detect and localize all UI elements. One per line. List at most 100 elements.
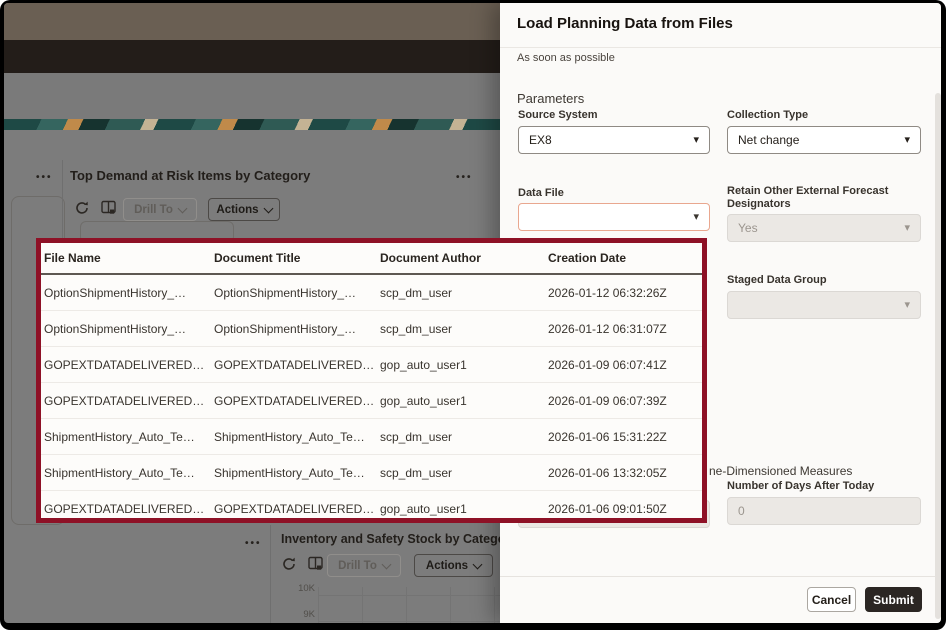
data-file-select[interactable] xyxy=(518,203,710,231)
dropdown-caret-icon xyxy=(904,223,910,234)
screenshot-frame: ••• Top Demand at Risk Items by Category… xyxy=(0,0,946,630)
table-cell: ShipmentHistory_Auto_Te… xyxy=(41,430,211,444)
book-icon[interactable] xyxy=(307,555,324,577)
schedule-text: As soon as possible xyxy=(517,52,615,64)
actions-button[interactable]: Actions xyxy=(414,554,493,577)
table-cell: gop_auto_user1 xyxy=(377,358,545,372)
chart-gridline xyxy=(406,587,407,623)
collection-type-value: Net change xyxy=(738,133,799,147)
table-cell: GOPEXTDATADELIVERED… xyxy=(41,358,211,372)
table-cell: 2026-01-06 09:01:50Z xyxy=(545,502,702,516)
collection-type-select[interactable]: Net change xyxy=(727,126,921,154)
submit-button[interactable]: Submit xyxy=(865,587,922,612)
table-cell: 2026-01-12 06:32:26Z xyxy=(545,286,702,300)
table-cell: 2026-01-06 13:32:05Z xyxy=(545,466,702,480)
actions-label: Actions xyxy=(216,204,258,216)
drill-to-button: Drill To xyxy=(327,554,401,577)
top-card-title: Top Demand at Risk Items by Category xyxy=(70,168,310,183)
drill-to-label: Drill To xyxy=(134,204,173,216)
column-header: Document Author xyxy=(377,251,545,265)
table-cell: scp_dm_user xyxy=(377,430,545,444)
table-cell: scp_dm_user xyxy=(377,286,545,300)
retain-designators-select: Yes xyxy=(727,214,921,242)
y-axis-tick: 9K xyxy=(289,609,315,620)
table-cell: GOPEXTDATADELIVERED… xyxy=(41,502,211,516)
days-after-today-value: 0 xyxy=(738,504,745,518)
table-cell: 2026-01-12 06:31:07Z xyxy=(545,322,702,336)
table-cell: scp_dm_user xyxy=(377,322,545,336)
refresh-icon[interactable] xyxy=(281,556,297,577)
actions-button[interactable]: Actions xyxy=(208,198,280,221)
table-cell: scp_dm_user xyxy=(377,466,545,480)
dropdown-caret-icon xyxy=(904,135,910,146)
overflow-menu-icon[interactable]: ••• xyxy=(245,538,262,549)
partial-section-heading: ne-Dimensioned Measures xyxy=(709,464,852,478)
chart-gridline xyxy=(450,587,451,623)
chevron-down-icon xyxy=(473,559,483,569)
chart-gridline xyxy=(318,621,500,622)
chart-gridline xyxy=(318,587,319,623)
staged-data-group-select xyxy=(727,291,921,319)
dropdown-caret-icon xyxy=(693,212,699,223)
source-system-select[interactable]: EX8 xyxy=(518,126,710,154)
overflow-menu-icon[interactable]: ••• xyxy=(456,172,473,183)
table-row[interactable]: GOPEXTDATADELIVERED…GOPEXTDATADELIVERED…… xyxy=(41,347,702,383)
table-cell: ShipmentHistory_Auto_Te… xyxy=(211,430,377,444)
table-cell: ShipmentHistory_Auto_Te… xyxy=(41,466,211,480)
table-cell: OptionShipmentHistory_… xyxy=(41,322,211,336)
chevron-down-icon xyxy=(263,203,273,213)
table-cell: 2026-01-09 06:07:41Z xyxy=(545,358,702,372)
days-after-today-input: 0 xyxy=(727,497,921,525)
y-axis-tick: 10K xyxy=(289,583,315,594)
data-file-label: Data File xyxy=(518,187,564,200)
parameters-heading: Parameters xyxy=(517,91,584,106)
drill-to-label: Drill To xyxy=(338,560,377,572)
table-cell: OptionShipmentHistory_… xyxy=(211,322,377,336)
table-cell: OptionShipmentHistory_… xyxy=(211,286,377,300)
table-cell: gop_auto_user1 xyxy=(377,394,545,408)
table-cell: GOPEXTDATADELIVERED… xyxy=(211,394,377,408)
table-row[interactable]: GOPEXTDATADELIVERED…GOPEXTDATADELIVERED…… xyxy=(41,383,702,419)
table-row[interactable]: OptionShipmentHistory_…OptionShipmentHis… xyxy=(41,275,702,311)
refresh-icon[interactable] xyxy=(74,200,90,221)
drill-to-button: Drill To xyxy=(123,198,197,221)
chevron-down-icon xyxy=(177,203,187,213)
staged-data-group-label: Staged Data Group xyxy=(727,274,827,287)
divider xyxy=(500,47,941,48)
file-table-rows: OptionShipmentHistory_…OptionShipmentHis… xyxy=(41,275,702,526)
table-cell: 2026-01-09 06:07:39Z xyxy=(545,394,702,408)
divider xyxy=(500,576,941,577)
days-after-today-label: Number of Days After Today xyxy=(727,480,874,493)
screen: ••• Top Demand at Risk Items by Category… xyxy=(4,3,941,623)
book-icon[interactable] xyxy=(100,199,117,221)
retain-designators-value: Yes xyxy=(738,221,758,235)
table-cell: GOPEXTDATADELIVERED… xyxy=(211,502,377,516)
panel-scrollbar[interactable] xyxy=(935,93,941,619)
dialog-title: Load Planning Data from Files xyxy=(517,15,733,32)
dropdown-caret-icon xyxy=(904,300,910,311)
column-header: File Name xyxy=(41,251,211,265)
table-row[interactable]: GOPEXTDATADELIVERED…GOPEXTDATADELIVERED…… xyxy=(41,491,702,526)
source-system-value: EX8 xyxy=(529,133,552,147)
card-divider xyxy=(270,525,271,623)
table-row[interactable]: ShipmentHistory_Auto_Te…ShipmentHistory_… xyxy=(41,455,702,491)
overflow-menu-icon[interactable]: ••• xyxy=(36,172,53,183)
table-row[interactable]: OptionShipmentHistory_…OptionShipmentHis… xyxy=(41,311,702,347)
bottom-card-title: Inventory and Safety Stock by Category xyxy=(281,532,517,546)
retain-designators-label: Retain Other External Forecast Designato… xyxy=(727,185,907,211)
column-header: Creation Date xyxy=(545,251,702,265)
table-cell: GOPEXTDATADELIVERED… xyxy=(41,394,211,408)
table-header-row: File Name Document Title Document Author… xyxy=(41,243,702,275)
cancel-button[interactable]: Cancel xyxy=(807,587,856,612)
table-cell: 2026-01-06 15:31:22Z xyxy=(545,430,702,444)
table-cell: OptionShipmentHistory_… xyxy=(41,286,211,300)
chart-gridline xyxy=(318,595,500,596)
actions-label: Actions xyxy=(426,560,468,572)
chart-gridline xyxy=(494,587,495,623)
dropdown-caret-icon xyxy=(693,135,699,146)
table-cell: gop_auto_user1 xyxy=(377,502,545,516)
data-file-results-table: File Name Document Title Document Author… xyxy=(36,238,707,523)
table-cell: ShipmentHistory_Auto_Te… xyxy=(211,466,377,480)
table-row[interactable]: ShipmentHistory_Auto_Te…ShipmentHistory_… xyxy=(41,419,702,455)
source-system-label: Source System xyxy=(518,109,597,122)
